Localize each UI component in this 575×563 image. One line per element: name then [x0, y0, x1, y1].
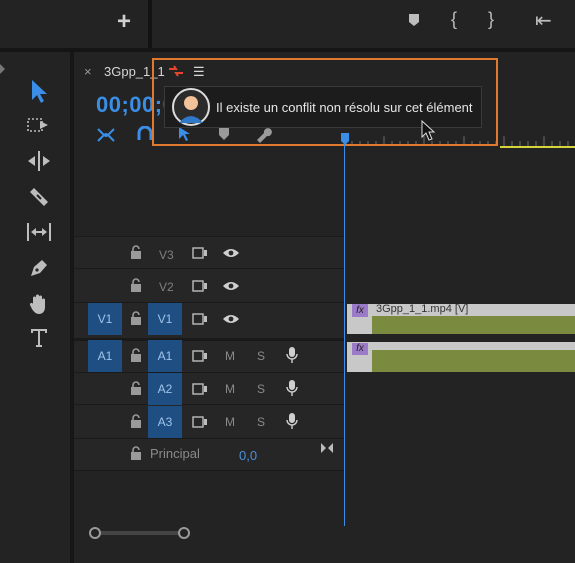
fx-badge[interactable]: fx: [352, 304, 368, 317]
eye-icon[interactable]: [222, 247, 240, 259]
track-divider: [74, 236, 344, 237]
microphone-icon[interactable]: [286, 412, 298, 430]
sync-lock-icon[interactable]: [192, 382, 208, 396]
type-tool-icon[interactable]: [29, 327, 49, 349]
panel-arrow-icon: [0, 64, 5, 74]
audio-clip-body[interactable]: [372, 350, 575, 372]
tab-close-icon[interactable]: ×: [84, 64, 92, 79]
slip-tool-icon[interactable]: [25, 221, 53, 243]
go-to-in-icon[interactable]: ⇤: [535, 8, 552, 33]
marker-icon[interactable]: [407, 12, 421, 28]
lock-icon[interactable]: [130, 311, 142, 325]
track-target-v1[interactable]: V1: [148, 303, 182, 335]
fx-badge[interactable]: fx: [352, 343, 368, 355]
go-to-end-icon[interactable]: [320, 442, 334, 454]
lock-icon[interactable]: [130, 348, 142, 362]
mute-button[interactable]: M: [225, 382, 235, 396]
track-divider: [74, 268, 344, 269]
in-bracket-icon[interactable]: {: [451, 9, 457, 30]
hand-tool-icon[interactable]: [28, 292, 50, 316]
highlight-box: [152, 58, 498, 146]
eye-icon[interactable]: [222, 313, 240, 325]
playhead-line[interactable]: [344, 134, 345, 526]
track-select-tool-icon[interactable]: [26, 116, 50, 134]
sync-lock-icon[interactable]: [192, 312, 208, 326]
solo-button[interactable]: S: [257, 349, 265, 363]
track-divider: [74, 438, 344, 439]
mute-button[interactable]: M: [225, 415, 235, 429]
sync-lock-icon[interactable]: [192, 349, 208, 363]
sync-lock-icon[interactable]: [192, 415, 208, 429]
track-target-a2[interactable]: A2: [148, 373, 182, 405]
solo-button[interactable]: S: [257, 382, 265, 396]
solo-button[interactable]: S: [257, 415, 265, 429]
track-name-v2[interactable]: V2: [159, 280, 174, 294]
track-divider: [74, 372, 344, 373]
video-clip-label: 3Gpp_1_1.mp4 [V]: [376, 303, 469, 315]
microphone-icon[interactable]: [286, 346, 298, 364]
lock-icon[interactable]: [130, 381, 142, 395]
selection-tool-icon[interactable]: [28, 78, 50, 104]
source-patch-v1[interactable]: V1: [88, 303, 122, 335]
plus-icon[interactable]: +: [117, 8, 131, 36]
sync-lock-icon[interactable]: [192, 246, 208, 260]
insert-sequence-icon[interactable]: [96, 127, 116, 143]
lock-icon[interactable]: [130, 414, 142, 428]
ripple-edit-tool-icon[interactable]: [26, 150, 52, 172]
track-target-a3[interactable]: A3: [148, 406, 182, 438]
lock-icon[interactable]: [130, 278, 142, 292]
out-bracket-icon[interactable]: }: [488, 9, 494, 30]
track-divider: [74, 470, 344, 471]
main-track-label: Principal: [150, 446, 200, 461]
panel-divider: [148, 0, 152, 48]
eye-icon[interactable]: [222, 280, 240, 292]
pen-tool-icon[interactable]: [28, 257, 50, 279]
source-patch-a1[interactable]: A1: [88, 340, 122, 372]
work-area-bar[interactable]: [500, 146, 575, 148]
track-target-a1[interactable]: A1: [148, 340, 182, 372]
track-name-v3[interactable]: V3: [159, 248, 174, 262]
sync-lock-icon[interactable]: [192, 279, 208, 293]
video-clip-body[interactable]: [372, 316, 575, 334]
lock-icon[interactable]: [130, 245, 142, 259]
lock-icon[interactable]: [130, 446, 142, 460]
microphone-icon[interactable]: [286, 379, 298, 397]
razor-tool-icon[interactable]: [28, 186, 50, 208]
mute-button[interactable]: M: [225, 349, 235, 363]
horizontal-scrollbar[interactable]: [88, 526, 190, 540]
main-volume-value[interactable]: 0,0: [239, 448, 257, 463]
track-divider: [74, 404, 344, 405]
